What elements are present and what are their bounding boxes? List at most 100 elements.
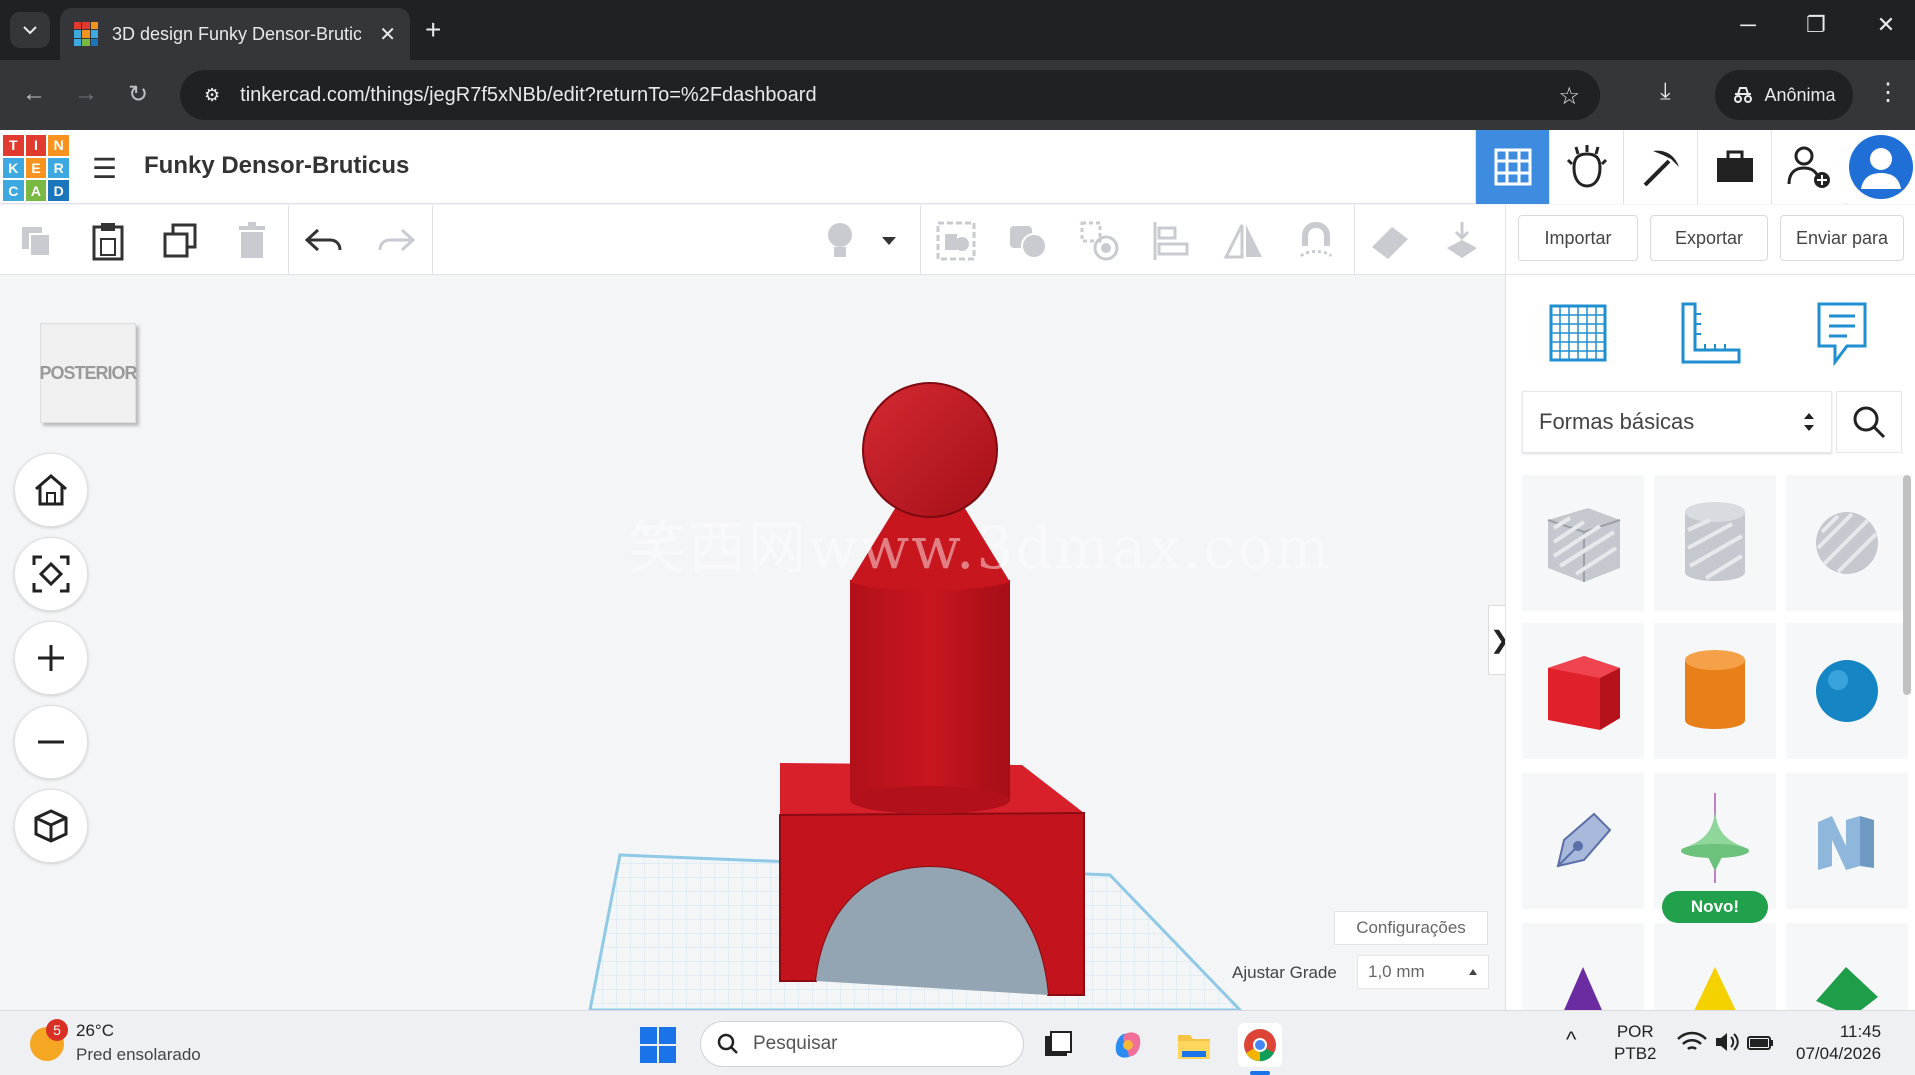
weather-temperature[interactable]: 26°C	[76, 1021, 114, 1041]
language-indicator[interactable]: POR PTB2	[1614, 1021, 1657, 1065]
chrome-icon	[1244, 1029, 1276, 1062]
cylinder-solid-shape[interactable]	[1654, 623, 1776, 759]
drop-button[interactable]	[1440, 219, 1484, 263]
group-button[interactable]	[934, 219, 978, 263]
design-title[interactable]: Funky Densor-Bruticus	[144, 152, 409, 180]
url-text: tinkercad.com/things/jegR7f5xNBb/edit?re…	[240, 83, 817, 106]
notes-dropdown[interactable]	[874, 219, 904, 263]
close-window-button[interactable]: ✕	[1866, 12, 1906, 38]
zoom-in-button[interactable]	[14, 621, 88, 695]
shape-library-select[interactable]: Formas básicas	[1522, 391, 1832, 453]
box-shape[interactable]	[1522, 623, 1644, 759]
sphere-hole-shape[interactable]	[1786, 475, 1908, 611]
view-cube[interactable]: POSTERIOR	[40, 323, 138, 423]
zoom-out-button[interactable]	[14, 705, 88, 779]
cruise-button[interactable]	[1294, 219, 1338, 263]
tinkercad-favicon-icon	[74, 22, 98, 46]
folder-icon	[1178, 1035, 1210, 1059]
sphere-solid-shape[interactable]	[1786, 623, 1908, 759]
3d-view-button[interactable]	[1475, 130, 1549, 204]
projects-button[interactable]	[1697, 130, 1771, 204]
sort-arrows-icon	[1804, 413, 1814, 431]
cylinder-hole-shape[interactable]	[1654, 475, 1776, 611]
forward-icon[interactable]: →	[74, 80, 98, 108]
bricks-view-button[interactable]	[1623, 130, 1697, 204]
pyramid-shape[interactable]	[1522, 923, 1644, 1010]
reload-icon[interactable]: ↻	[128, 80, 148, 109]
duplicate-button[interactable]	[158, 219, 202, 263]
collapse-panel-button[interactable]: ❯	[1488, 605, 1505, 675]
text-shape[interactable]	[1786, 773, 1908, 909]
redo-button[interactable]	[374, 219, 418, 263]
shape-search-button[interactable]	[1836, 391, 1902, 453]
user-avatar[interactable]	[1847, 130, 1915, 204]
restore-button[interactable]: ❐	[1796, 12, 1836, 38]
system-tray[interactable]	[1676, 1029, 1776, 1061]
tab-search-button[interactable]	[10, 12, 50, 48]
ungroup-button[interactable]	[1006, 219, 1050, 263]
perspective-button[interactable]	[14, 789, 88, 863]
chrome-taskbar-button[interactable]	[1238, 1023, 1282, 1067]
paste-button[interactable]	[86, 219, 130, 263]
invite-user-button[interactable]	[1771, 130, 1845, 204]
cylinder-shape[interactable]	[850, 580, 1010, 814]
panel-scrollbar[interactable]	[1903, 475, 1911, 695]
show-hidden-icons-chevron[interactable]: ^	[1566, 1029, 1576, 1051]
spinning-top-shape[interactable]: Novo!	[1654, 773, 1776, 923]
sphere-shape[interactable]	[862, 382, 998, 518]
download-icon[interactable]: ⤓	[1660, 78, 1671, 106]
clock[interactable]: 11:45 07/04/2026	[1796, 1021, 1881, 1065]
browser-tab[interactable]: 3D design Funky Densor-Brutic ✕	[60, 8, 410, 60]
task-view-button[interactable]	[1036, 1023, 1080, 1067]
design-menu-icon[interactable]: ☰	[92, 152, 117, 185]
import-button[interactable]: Importar	[1518, 215, 1638, 261]
workplane-button[interactable]	[1368, 219, 1412, 263]
snap-grid-select[interactable]: 1,0 mm	[1357, 955, 1489, 989]
settings-button[interactable]: Configurações	[1334, 911, 1488, 945]
blocks-view-button[interactable]	[1549, 130, 1623, 204]
notes-button[interactable]	[818, 219, 862, 263]
taskbar-search[interactable]: Pesquisar	[700, 1021, 1024, 1067]
box-hole-shape[interactable]	[1522, 475, 1644, 611]
mirror-button[interactable]	[1222, 219, 1266, 263]
back-icon[interactable]: ←	[22, 80, 46, 108]
new-tab-button[interactable]: +	[425, 14, 441, 46]
magnet-icon	[1299, 221, 1333, 258]
ruler-button[interactable]	[1672, 295, 1748, 371]
wedge-shape[interactable]	[1786, 923, 1908, 1010]
search-placeholder: Pesquisar	[753, 1033, 838, 1054]
weather-description[interactable]: Pred ensolarado	[76, 1045, 201, 1065]
site-settings-icon[interactable]: ⚙	[204, 85, 220, 106]
minimize-button[interactable]: ─	[1728, 12, 1768, 38]
ruler-icon	[1681, 302, 1741, 364]
incognito-profile-button[interactable]: Anônima	[1715, 70, 1853, 120]
align-button[interactable]	[1150, 219, 1194, 263]
send-to-button[interactable]: Enviar para	[1780, 215, 1904, 261]
workplane-panel-button[interactable]	[1540, 295, 1616, 371]
scribble-shape[interactable]	[1522, 773, 1644, 909]
home-view-button[interactable]	[14, 453, 88, 527]
fit-view-button[interactable]	[14, 537, 88, 611]
notes-panel-button[interactable]	[1804, 295, 1880, 371]
active-app-indicator	[1250, 1071, 1270, 1075]
delete-button[interactable]	[230, 219, 274, 263]
roof-shape[interactable]	[1654, 923, 1776, 1010]
hole-button[interactable]	[1078, 219, 1122, 263]
workplane-canvas[interactable]: 笑西网www.3dmax.com POSTERIOR ❯ Configuraçõ…	[0, 275, 1505, 1010]
duplicate-icon	[163, 223, 197, 258]
file-explorer-button[interactable]	[1172, 1023, 1216, 1067]
undo-button[interactable]	[302, 219, 346, 263]
start-button[interactable]	[640, 1027, 676, 1063]
copilot-button[interactable]	[1106, 1023, 1150, 1067]
copy-button[interactable]	[14, 219, 58, 263]
network-volume-battery-icons	[1677, 1031, 1773, 1051]
browser-menu-icon[interactable]: ⋮	[1876, 78, 1900, 107]
tinkercad-logo[interactable]: T I N K E R C A D	[3, 135, 69, 201]
bookmark-star-icon[interactable]: ☆	[1558, 82, 1580, 111]
export-button[interactable]: Exportar	[1650, 215, 1768, 261]
shapes-panel: Formas básicas Novo!	[1505, 275, 1915, 1010]
os-taskbar: 5 26°C Pred ensolarado Pesquisar ^ POR P…	[0, 1010, 1915, 1075]
tab-close-icon[interactable]: ✕	[379, 22, 396, 47]
add-user-icon	[1787, 146, 1830, 188]
address-bar[interactable]: ⚙ tinkercad.com/things/jegR7f5xNBb/edit?…	[180, 70, 1600, 120]
